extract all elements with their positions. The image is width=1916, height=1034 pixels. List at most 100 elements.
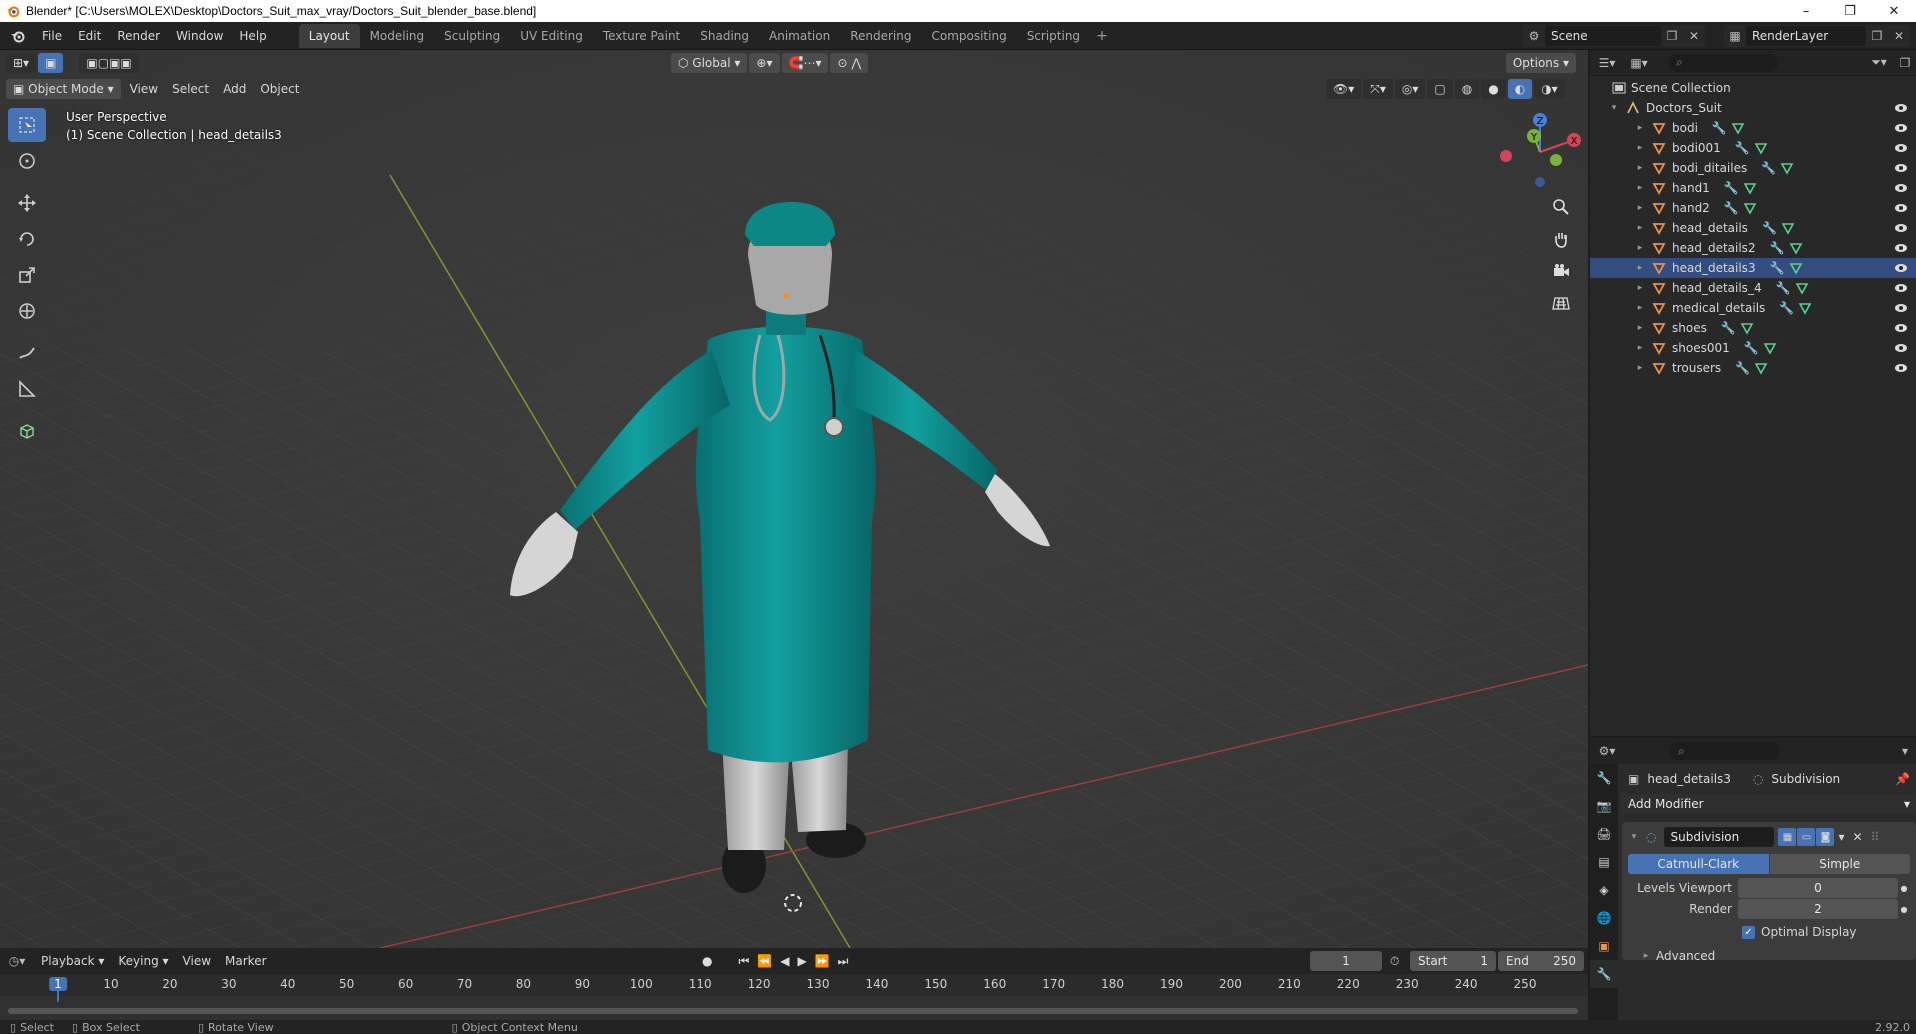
eye-icon[interactable] bbox=[1894, 141, 1908, 155]
mesh-data-icon[interactable] bbox=[1789, 241, 1803, 255]
mesh-data-icon[interactable] bbox=[1780, 161, 1794, 175]
advanced-subpanel[interactable]: ▸ Advanced bbox=[1640, 949, 1910, 963]
timeline-menu-marker[interactable]: Marker bbox=[218, 954, 273, 968]
tab-modeling[interactable]: Modeling bbox=[360, 24, 435, 48]
catmull-clark-toggle[interactable]: Catmull-Clark bbox=[1628, 854, 1769, 874]
start-frame-field[interactable]: Start 1 bbox=[1410, 951, 1496, 971]
jump-end-icon[interactable]: ⏭ bbox=[838, 954, 849, 969]
modifier-wrench-icon[interactable]: 🔧 bbox=[1761, 161, 1776, 175]
mode-dropdown[interactable]: ▣ Object Mode ▾ bbox=[6, 79, 121, 99]
eye-icon[interactable] bbox=[1894, 261, 1908, 275]
modifier-tab-icon[interactable]: 🔧 bbox=[1590, 960, 1618, 988]
tab-texture-paint[interactable]: Texture Paint bbox=[593, 24, 690, 48]
output-tab-icon[interactable]: 🖨 bbox=[1590, 820, 1618, 848]
add-modifier-dropdown[interactable]: Add Modifier ▾ bbox=[1622, 794, 1916, 814]
select-mode-button[interactable]: ▣ bbox=[38, 53, 64, 73]
pan-hand-icon[interactable] bbox=[1546, 224, 1576, 254]
add-cube-tool[interactable] bbox=[8, 414, 46, 448]
move-tool[interactable] bbox=[8, 186, 46, 220]
scene-name-field[interactable]: Scene bbox=[1545, 26, 1661, 46]
stopwatch-icon[interactable]: ⏱ bbox=[1390, 954, 1399, 969]
panel-collapse-icon[interactable]: ▾ bbox=[1628, 832, 1640, 842]
outliner-object-row[interactable]: ▸ head_details2 🔧 bbox=[1590, 238, 1916, 258]
timeline-editor-icon[interactable]: ◷▾ bbox=[0, 951, 34, 971]
modifier-wrench-icon[interactable]: 🔧 bbox=[1712, 121, 1727, 135]
modifier-wrench-icon[interactable]: 🔧 bbox=[1779, 301, 1794, 315]
mesh-data-icon[interactable] bbox=[1754, 141, 1768, 155]
viewport-menu-select[interactable]: Select bbox=[165, 82, 216, 96]
tab-compositing[interactable]: Compositing bbox=[921, 24, 1016, 48]
blender-menu-icon[interactable] bbox=[10, 28, 26, 44]
expand-icon[interactable]: ▸ bbox=[1634, 123, 1646, 133]
expand-icon[interactable]: ▸ bbox=[1634, 203, 1646, 213]
snap-toggle[interactable]: 🧲⋯▾ bbox=[781, 53, 829, 73]
xray-toggle[interactable]: ▢ bbox=[1427, 79, 1453, 99]
outliner-object-row[interactable]: ▸ bodi 🔧 bbox=[1590, 118, 1916, 138]
gizmo-toggle[interactable]: ⤧▾ bbox=[1363, 79, 1393, 99]
expand-icon[interactable]: ▸ bbox=[1634, 143, 1646, 153]
expand-icon[interactable]: ▸ bbox=[1634, 263, 1646, 273]
tab-shading[interactable]: Shading bbox=[690, 24, 759, 48]
tab-scripting[interactable]: Scripting bbox=[1017, 24, 1090, 48]
perspective-toggle-icon[interactable] bbox=[1546, 288, 1576, 318]
expand-icon[interactable]: ▸ bbox=[1634, 163, 1646, 173]
mesh-data-icon[interactable] bbox=[1789, 261, 1803, 275]
menu-help[interactable]: Help bbox=[231, 25, 274, 47]
modifier-wrench-icon[interactable]: 🔧 bbox=[1770, 241, 1785, 255]
expand-icon[interactable]: ▸ bbox=[1634, 323, 1646, 333]
remove-modifier-icon[interactable]: ✕ bbox=[1853, 830, 1863, 844]
optimal-display-checkbox[interactable]: ✓ bbox=[1742, 925, 1755, 939]
restore-button[interactable]: ❐ bbox=[1828, 0, 1872, 22]
minimize-button[interactable]: – bbox=[1784, 0, 1828, 22]
render-layer-field[interactable]: RenderLayer bbox=[1746, 26, 1866, 46]
eye-icon[interactable] bbox=[1894, 221, 1908, 235]
modifier-wrench-icon[interactable]: 🔧 bbox=[1721, 321, 1736, 335]
menu-edit[interactable]: Edit bbox=[70, 25, 109, 47]
eye-icon[interactable] bbox=[1894, 181, 1908, 195]
jump-start-icon[interactable]: ⏮ bbox=[738, 954, 749, 969]
expand-icon[interactable]: ▸ bbox=[1634, 223, 1646, 233]
pin-icon[interactable]: 📌 bbox=[1895, 772, 1910, 786]
viewport-menu-object[interactable]: Object bbox=[253, 82, 306, 96]
play-reverse-icon[interactable]: ◀ bbox=[780, 954, 789, 968]
filter-icon[interactable]: ⏷▾ bbox=[1864, 53, 1894, 73]
modifier-menu-icon[interactable]: ▾ bbox=[1838, 830, 1844, 844]
pivot-point-dropdown[interactable]: ⊕▾ bbox=[749, 53, 780, 73]
expand-icon[interactable]: ▸ bbox=[1634, 303, 1646, 313]
render-toggle-icon[interactable]: ◙ bbox=[1816, 828, 1835, 846]
mesh-data-icon[interactable] bbox=[1763, 341, 1777, 355]
display-mode-icon[interactable]: ▦▾ bbox=[1624, 53, 1654, 73]
shading-solid[interactable]: ● bbox=[1481, 79, 1506, 99]
mesh-data-icon[interactable] bbox=[1754, 361, 1768, 375]
outliner-object-row[interactable]: ▸ shoes 🔧 bbox=[1590, 318, 1916, 338]
expand-icon[interactable]: ▸ bbox=[1634, 283, 1646, 293]
annotate-tool[interactable] bbox=[8, 336, 46, 370]
outliner-object-row[interactable]: ▸ hand1 🔧 bbox=[1590, 178, 1916, 198]
frame-ruler[interactable]: 1 10 20 30 40 50 60 70 80 90 100 110 120 130 140 150 160… bbox=[0, 974, 1588, 1002]
keyframe-dot-icon[interactable]: ● bbox=[1898, 884, 1910, 893]
shading-rendered[interactable]: ◑▾ bbox=[1534, 79, 1565, 99]
properties-editor-icon[interactable]: ⚙▾ bbox=[1590, 741, 1624, 761]
drag-handle-icon[interactable]: ⠿ bbox=[1871, 830, 1880, 844]
zoom-icon[interactable] bbox=[1546, 192, 1576, 222]
viewport-menu-view[interactable]: View bbox=[123, 82, 165, 96]
mesh-data-icon[interactable] bbox=[1743, 181, 1757, 195]
mesh-data-icon[interactable] bbox=[1795, 281, 1809, 295]
tool-tab-icon[interactable]: 🔧 bbox=[1590, 764, 1618, 792]
tab-animation[interactable]: Animation bbox=[759, 24, 840, 48]
timeline-menu-view[interactable]: View bbox=[176, 954, 218, 968]
play-icon[interactable]: ▶ bbox=[797, 954, 806, 968]
eye-icon[interactable] bbox=[1894, 281, 1908, 295]
modifier-wrench-icon[interactable]: 🔧 bbox=[1724, 181, 1739, 195]
outliner-object-row[interactable]: ▸ head_details3 🔧 bbox=[1590, 258, 1916, 278]
outliner-collection[interactable]: ▾ Doctors_Suit bbox=[1590, 98, 1916, 118]
levels-viewport-field[interactable]: 0 bbox=[1738, 878, 1898, 898]
outliner-object-row[interactable]: ▸ shoes001 🔧 bbox=[1590, 338, 1916, 358]
mesh-data-icon[interactable] bbox=[1731, 121, 1745, 135]
modifier-wrench-icon[interactable]: 🔧 bbox=[1724, 201, 1739, 215]
scale-tool[interactable] bbox=[8, 258, 46, 292]
eye-icon[interactable] bbox=[1894, 241, 1908, 255]
overlay-toggle[interactable]: ◎▾ bbox=[1394, 79, 1426, 99]
shading-wireframe[interactable]: ◍ bbox=[1454, 79, 1480, 99]
new-layer-icon[interactable]: ❐ bbox=[1866, 26, 1888, 46]
